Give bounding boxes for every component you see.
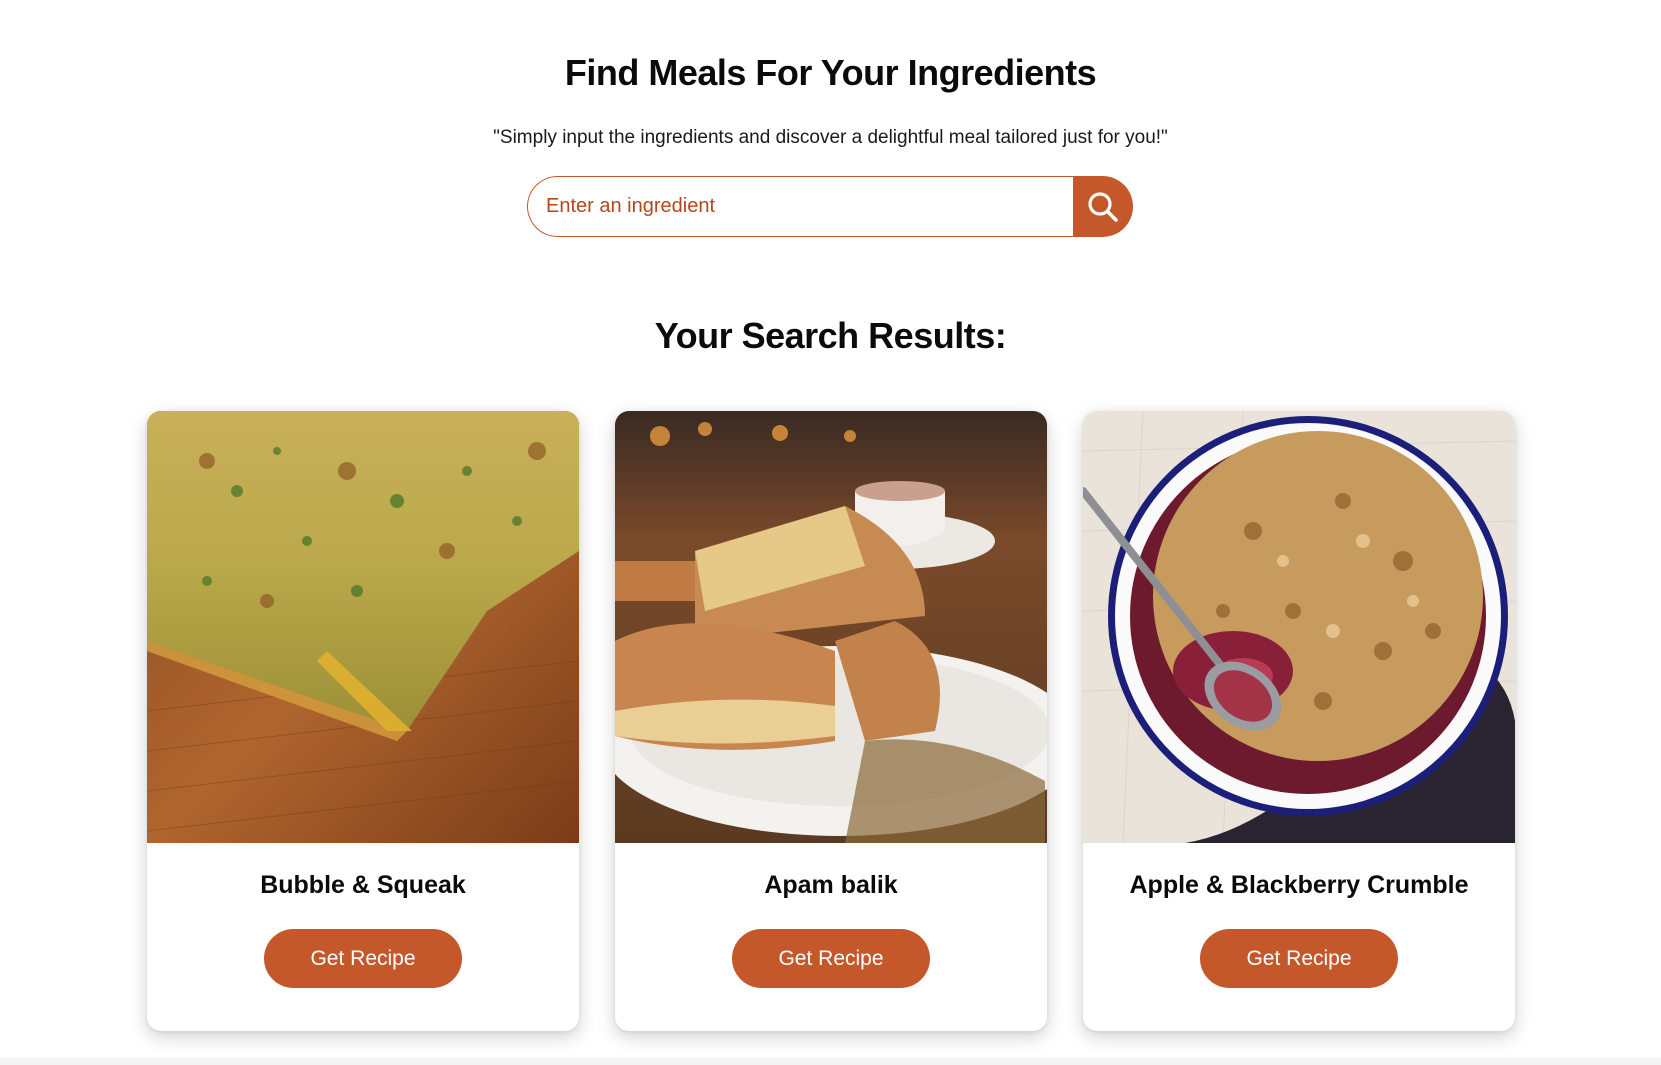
meal-image-apple-blackberry-crumble [1083, 411, 1515, 843]
search-bar [527, 176, 1133, 237]
page-title: Find Meals For Your Ingredients [564, 52, 1097, 93]
page-subtitle: "Simply input the ingredients and discov… [493, 127, 1168, 148]
meal-image-bubble-and-squeak [147, 411, 579, 843]
meal-name: Apam balik [764, 871, 898, 899]
meal-card: Apple & Blackberry Crumble Get Recipe [1083, 411, 1515, 1031]
get-recipe-button[interactable]: Get Recipe [732, 929, 930, 988]
meal-name: Apple & Blackberry Crumble [1129, 871, 1469, 899]
results-heading: Your Search Results: [654, 315, 1007, 356]
meal-image-apam-balik [615, 411, 1047, 843]
next-row-edge [0, 1058, 1661, 1065]
get-recipe-button[interactable]: Get Recipe [1200, 929, 1398, 988]
meal-card: Apam balik Get Recipe [615, 411, 1047, 1031]
page: Find Meals For Your Ingredients "Simply … [0, 0, 1661, 1065]
ingredient-search-input[interactable] [527, 176, 1075, 237]
search-icon [1086, 190, 1120, 224]
meal-card: Bubble & Squeak Get Recipe [147, 411, 579, 1031]
search-button[interactable] [1073, 176, 1133, 237]
meal-name: Bubble & Squeak [260, 871, 466, 899]
get-recipe-button[interactable]: Get Recipe [264, 929, 462, 988]
